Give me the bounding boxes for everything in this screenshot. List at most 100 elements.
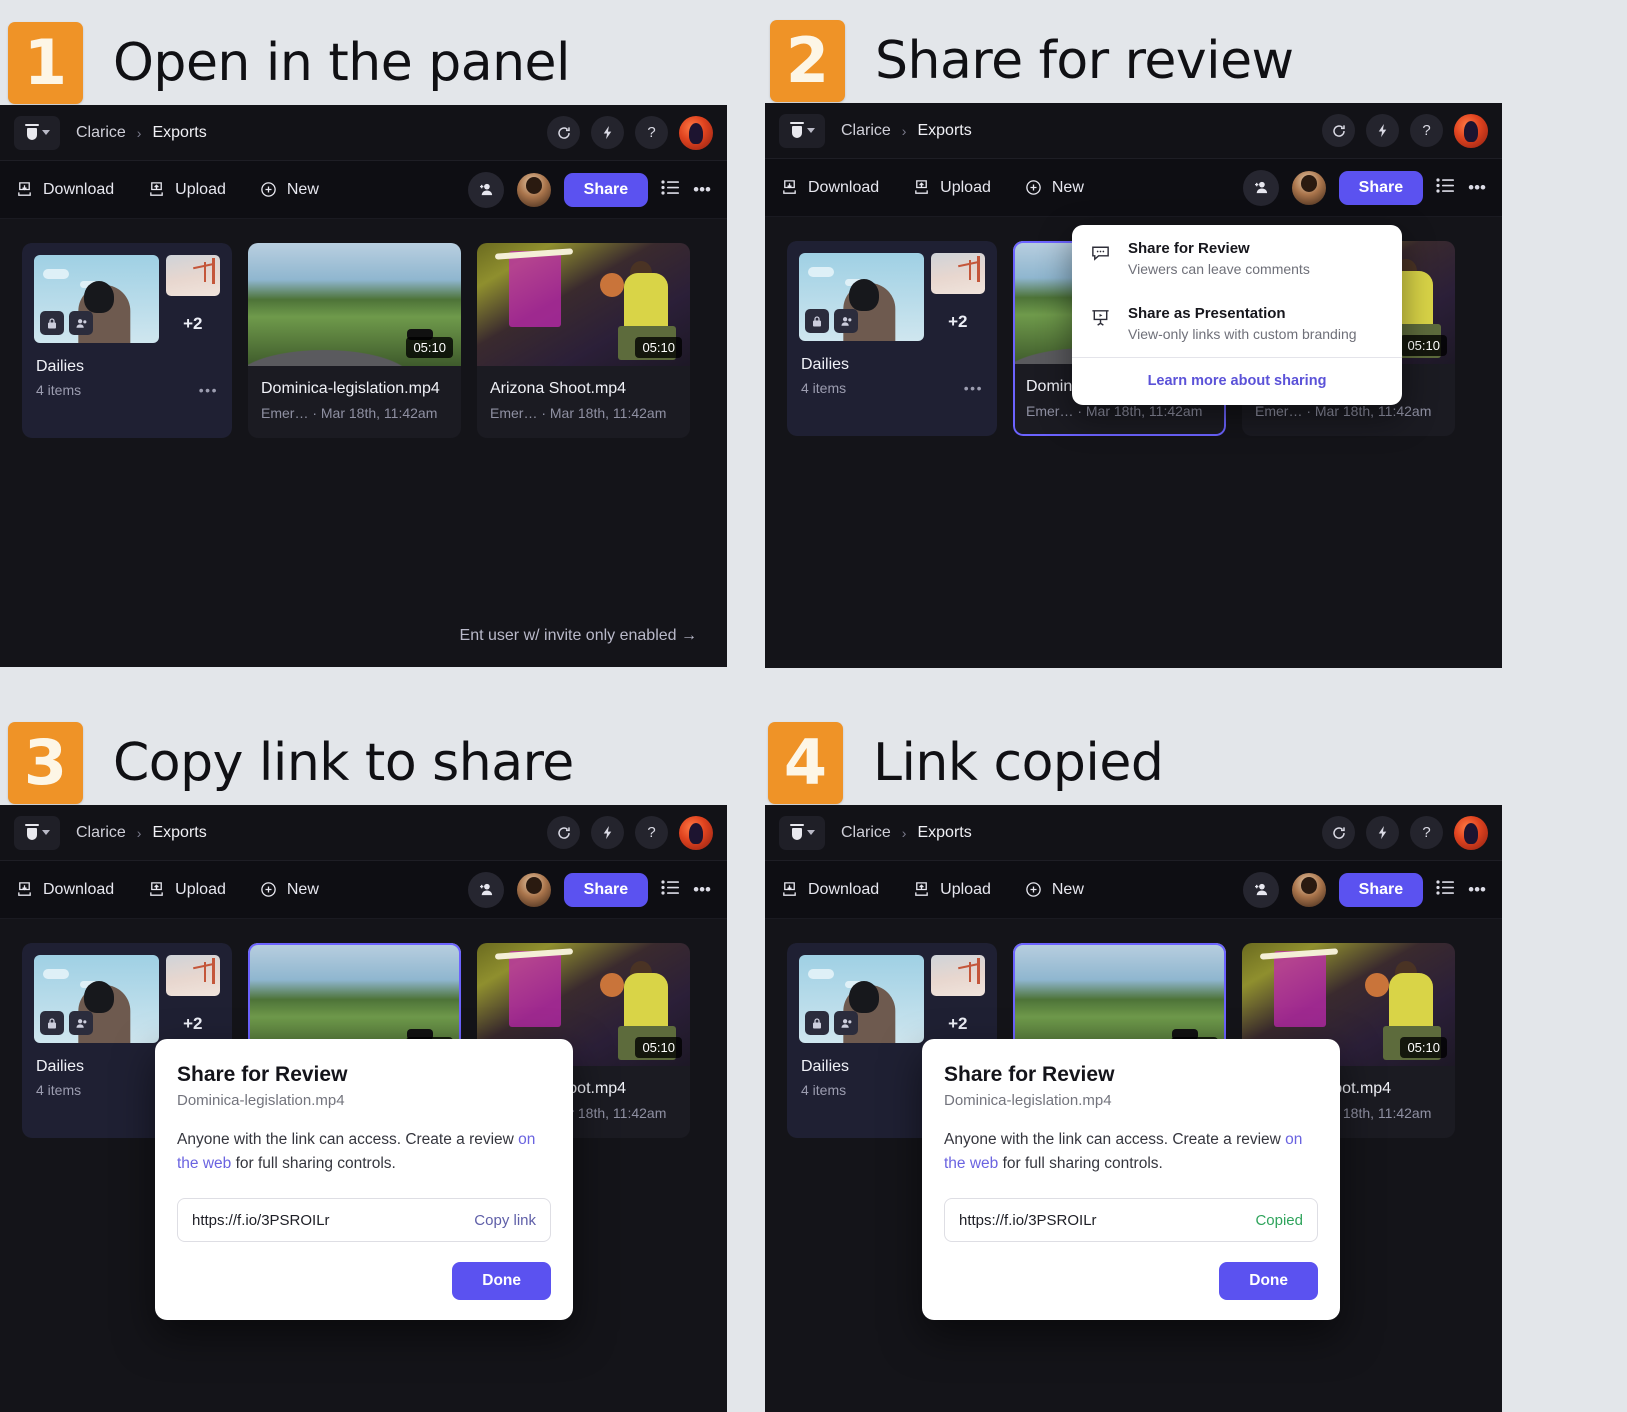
folder-extra-count: +2 — [183, 313, 203, 333]
folder-card[interactable]: +2 Dailies 4 items ••• — [22, 243, 232, 438]
file-grid-3: +2 Dailies 4 items ••• — [0, 919, 727, 1412]
collaborator-avatar[interactable] — [516, 172, 551, 207]
share-button[interactable]: Share — [1338, 170, 1424, 205]
share-button[interactable]: Share — [563, 172, 649, 207]
breadcrumb-root[interactable]: Clarice — [841, 824, 891, 842]
lightning-icon[interactable] — [1366, 114, 1399, 147]
done-button[interactable]: Done — [452, 1262, 551, 1300]
folder-more-icon[interactable]: ••• — [964, 380, 983, 396]
upload-button[interactable]: Upload — [913, 881, 991, 899]
share-button[interactable]: Share — [563, 872, 649, 907]
list-view-icon[interactable] — [1436, 879, 1455, 900]
user-avatar[interactable] — [679, 815, 713, 850]
refresh-icon[interactable] — [1322, 114, 1355, 147]
learn-more-link[interactable]: Learn more about sharing — [1072, 358, 1402, 405]
video-card[interactable]: 05:10 Arizona Shoot.mp4 Emer… · Mar 18th… — [477, 243, 690, 438]
breadcrumb-root[interactable]: Clarice — [76, 124, 126, 142]
more-options-icon[interactable]: ••• — [1468, 880, 1486, 900]
new-button[interactable]: New — [260, 881, 319, 899]
upload-button[interactable]: Upload — [913, 179, 991, 197]
folder-name: Dailies — [36, 358, 85, 375]
breadcrumb-current[interactable]: Exports — [152, 824, 206, 842]
breadcrumb-separator: › — [136, 124, 142, 141]
video-duration: 05:10 — [1400, 335, 1447, 356]
step-3-heading: 3 Copy link to share — [8, 722, 574, 804]
help-icon[interactable]: ? — [1410, 114, 1443, 147]
download-button[interactable]: Download — [781, 179, 879, 197]
plus-circle-icon — [1025, 179, 1043, 197]
breadcrumb-current[interactable]: Exports — [152, 124, 206, 142]
share-dropdown-menu[interactable]: Share for Review Viewers can leave comme… — [1072, 225, 1402, 405]
video-meta: Emer… · Mar 18th, 11:42am — [261, 405, 438, 421]
toolbar-3: Download Upload New Share ••• — [0, 861, 727, 919]
video-duration: 05:10 — [1400, 1037, 1447, 1058]
collaborator-avatar[interactable] — [1291, 170, 1326, 205]
toolbar-2: Download Upload New Share ••• — [765, 159, 1502, 217]
folder-card[interactable]: +2 Dailies 4 items ••• — [787, 241, 997, 436]
breadcrumb-root[interactable]: Clarice — [76, 824, 126, 842]
user-avatar[interactable] — [1454, 113, 1488, 148]
video-card[interactable]: 05:10 Dominica-legislation.mp4 Emer… · M… — [248, 243, 461, 438]
download-button[interactable]: Download — [781, 881, 879, 899]
folder-name: Dailies — [801, 356, 850, 373]
add-person-icon[interactable] — [467, 871, 504, 908]
list-view-icon[interactable] — [661, 179, 680, 200]
lightning-icon[interactable] — [591, 816, 624, 849]
lightning-icon[interactable] — [1366, 816, 1399, 849]
menu-item-share-as-presentation[interactable]: Share as Presentation View-only links wi… — [1072, 290, 1402, 355]
chevron-down-icon — [806, 128, 815, 133]
done-button[interactable]: Done — [1219, 1262, 1318, 1300]
copied-status: Copied — [1255, 1211, 1303, 1229]
folder-thumbnail-main — [34, 955, 159, 1043]
more-options-icon[interactable]: ••• — [693, 880, 711, 900]
upload-icon — [913, 881, 931, 899]
copy-link-button[interactable]: Copy link — [474, 1212, 536, 1229]
new-button[interactable]: New — [1025, 881, 1084, 899]
breadcrumb-current[interactable]: Exports — [917, 122, 971, 140]
add-person-icon[interactable] — [467, 171, 504, 208]
frame-logo-icon — [24, 824, 39, 841]
breadcrumb: Clarice › Exports — [76, 824, 207, 842]
share-button[interactable]: Share — [1338, 872, 1424, 907]
share-link-field[interactable]: https://f.io/3PSROILr Copied — [944, 1198, 1318, 1243]
breadcrumb: Clarice › Exports — [841, 824, 972, 842]
workspace-switcher-button[interactable] — [14, 115, 60, 150]
upload-button[interactable]: Upload — [148, 181, 226, 199]
help-icon[interactable]: ? — [635, 816, 668, 849]
menu-item-share-for-review[interactable]: Share for Review Viewers can leave comme… — [1072, 225, 1402, 290]
more-options-icon[interactable]: ••• — [1468, 178, 1486, 198]
list-view-icon[interactable] — [1436, 177, 1455, 198]
workspace-switcher-button[interactable] — [779, 113, 825, 148]
add-person-icon[interactable] — [1242, 169, 1279, 206]
workspace-switcher-button[interactable] — [779, 815, 825, 850]
new-button[interactable]: New — [260, 181, 319, 199]
download-button[interactable]: Download — [16, 881, 114, 899]
share-link-field[interactable]: https://f.io/3PSROILr Copy link — [177, 1198, 551, 1243]
add-person-icon[interactable] — [1242, 871, 1279, 908]
download-button[interactable]: Download — [16, 181, 114, 199]
upload-button[interactable]: Upload — [148, 881, 226, 899]
workspace-switcher-button[interactable] — [14, 815, 60, 850]
lightning-icon[interactable] — [591, 116, 624, 149]
collaborator-avatar[interactable] — [1291, 872, 1326, 907]
refresh-icon[interactable] — [547, 116, 580, 149]
folder-item-count: 4 items — [36, 382, 82, 398]
folder-more-icon[interactable]: ••• — [199, 382, 218, 398]
step-3-title: Copy link to share — [113, 733, 574, 793]
lock-icon — [40, 311, 64, 335]
help-icon[interactable]: ? — [635, 116, 668, 149]
video-duration: 05:10 — [406, 337, 453, 358]
user-avatar[interactable] — [1454, 815, 1488, 850]
more-options-icon[interactable]: ••• — [693, 180, 711, 200]
collaborator-avatar[interactable] — [516, 872, 551, 907]
help-icon[interactable]: ? — [1410, 816, 1443, 849]
download-label: Download — [808, 880, 880, 898]
user-avatar[interactable] — [679, 115, 713, 150]
refresh-icon[interactable] — [547, 816, 580, 849]
breadcrumb-current[interactable]: Exports — [917, 824, 971, 842]
new-button[interactable]: New — [1025, 179, 1084, 197]
breadcrumb-root[interactable]: Clarice — [841, 122, 891, 140]
list-view-icon[interactable] — [661, 879, 680, 900]
step-4-badge: 4 — [768, 722, 843, 804]
refresh-icon[interactable] — [1322, 816, 1355, 849]
